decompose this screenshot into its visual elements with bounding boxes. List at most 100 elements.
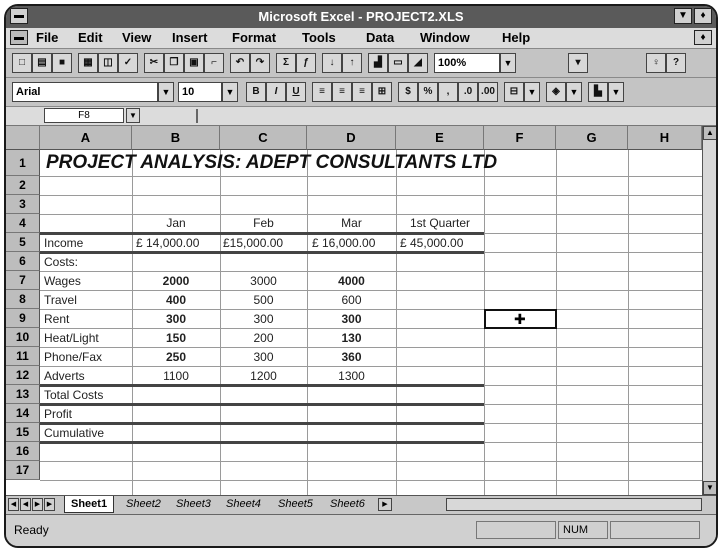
income-mar[interactable]: £ 16,000.00 [312,236,375,250]
format-painter-icon[interactable]: ⌐ [204,53,224,73]
prev-sheet-icon[interactable]: ◀ [20,498,31,511]
cost-value[interactable]: 400 [132,293,220,307]
cost-value[interactable]: 130 [307,331,396,345]
font-color-icon[interactable]: ▙ [588,82,608,102]
cost-value[interactable]: 500 [220,293,307,307]
row-header[interactable]: 6 [6,252,40,271]
cost-value[interactable]: 200 [220,331,307,345]
first-sheet-icon[interactable]: ◀ [8,498,19,511]
row-header[interactable]: 7 [6,271,40,290]
header-feb[interactable]: Feb [220,216,307,230]
doc-restore-icon[interactable]: ♦ [694,30,712,45]
align-center-icon[interactable]: ≡ [332,82,352,102]
new-file-icon[interactable]: □ [12,53,32,73]
costs-label[interactable]: Costs: [44,255,78,269]
open-folder-icon[interactable]: ▤ [32,53,52,73]
menu-file[interactable]: File [36,30,58,45]
row-header[interactable]: 1 [6,150,40,176]
increase-decimal-icon[interactable]: .0 [458,82,478,102]
header-mar[interactable]: Mar [307,216,396,230]
menu-insert[interactable]: Insert [172,30,207,45]
menu-view[interactable]: View [122,30,151,45]
size-dropdown-icon[interactable]: ▼ [222,82,238,102]
name-box[interactable]: F8 [44,108,124,123]
cost-value[interactable]: 300 [220,312,307,326]
cost-value[interactable]: 3000 [220,274,307,288]
tab-scroll-icon[interactable]: ▶ [378,498,392,511]
next-sheet-icon[interactable]: ▶ [32,498,43,511]
row-header[interactable]: 13 [6,385,40,404]
function-wizard-icon[interactable]: ƒ [296,53,316,73]
borders-dropdown-icon[interactable]: ▼ [524,82,540,102]
align-right-icon[interactable]: ≡ [352,82,372,102]
row-header[interactable]: 8 [6,290,40,309]
font-size-box[interactable]: 10 [178,82,222,102]
row-header[interactable]: 5 [6,233,40,252]
currency-icon[interactable]: $ [398,82,418,102]
spelling-icon[interactable]: ✓ [118,53,138,73]
cost-label[interactable]: Phone/Fax [44,350,102,364]
font-color-dropdown-icon[interactable]: ▼ [608,82,624,102]
cost-label[interactable]: Travel [44,293,77,307]
cost-value[interactable]: 300 [220,350,307,364]
font-dropdown-icon[interactable]: ▼ [158,82,174,102]
font-name-box[interactable]: Arial [12,82,158,102]
col-header-d[interactable]: D [307,126,396,150]
row-header[interactable]: 14 [6,404,40,423]
select-all-corner[interactable] [6,126,40,150]
restore-icon[interactable]: ♦ [694,8,712,24]
align-left-icon[interactable]: ≡ [312,82,332,102]
header-jan[interactable]: Jan [132,216,220,230]
sort-descending-icon[interactable]: ↑ [342,53,362,73]
cut-icon[interactable]: ✂ [144,53,164,73]
menu-help[interactable]: Help [502,30,530,45]
print-preview-icon[interactable]: ◫ [98,53,118,73]
income-label[interactable]: Income [44,236,83,250]
last-sheet-icon[interactable]: ▶ [44,498,55,511]
menu-edit[interactable]: Edit [78,30,103,45]
menu-format[interactable]: Format [232,30,276,45]
sheet-title[interactable]: PROJECT ANALYSIS: ADEPT CONSULTANTS LTD [46,152,497,174]
row-header[interactable]: 9 [6,309,40,328]
cumulative-label[interactable]: Cumulative [44,426,104,440]
col-header-h[interactable]: H [628,126,702,150]
worksheet-grid[interactable]: A B C D E F G H 1 2 3 4 5 6 7 8 9 10 11 … [6,126,702,495]
header-quarter[interactable]: 1st Quarter [396,216,484,230]
income-quarter[interactable]: £ 45,000.00 [400,236,463,250]
row-header[interactable]: 2 [6,176,40,195]
total-costs-label[interactable]: Total Costs [44,388,103,402]
tab-sheet5[interactable]: Sheet5 [278,496,313,512]
chart-wizard-icon[interactable]: ▟ [368,53,388,73]
undo-icon[interactable]: ↶ [230,53,250,73]
cost-value[interactable]: 250 [132,350,220,364]
cost-label[interactable]: Wages [44,274,81,288]
paste-icon[interactable]: ▣ [184,53,204,73]
cost-label[interactable]: Adverts [44,369,85,383]
drawing-icon[interactable]: ◢ [408,53,428,73]
bold-icon[interactable]: B [246,82,266,102]
menu-window[interactable]: Window [420,30,470,45]
decrease-decimal-icon[interactable]: .00 [478,82,498,102]
row-header[interactable]: 10 [6,328,40,347]
row-header[interactable]: 15 [6,423,40,442]
col-header-b[interactable]: B [132,126,220,150]
cost-value[interactable]: 300 [132,312,220,326]
borders-icon[interactable]: ⊟ [504,82,524,102]
cost-value[interactable]: 1300 [307,369,396,383]
cost-value[interactable]: 1200 [220,369,307,383]
col-header-g[interactable]: G [556,126,628,150]
underline-icon[interactable]: U [286,82,306,102]
income-jan[interactable]: £ 14,000.00 [136,236,199,250]
cost-label[interactable]: Rent [44,312,69,326]
menu-tools[interactable]: Tools [302,30,336,45]
fill-color-icon[interactable]: ◈ [546,82,566,102]
row-header[interactable]: 4 [6,214,40,233]
cost-value[interactable]: 150 [132,331,220,345]
cost-value[interactable]: 300 [307,312,396,326]
document-control-icon[interactable]: ▬ [10,30,28,45]
zoom-control[interactable]: 100% [434,53,500,73]
comma-icon[interactable]: , [438,82,458,102]
row-header[interactable]: 3 [6,195,40,214]
copy-icon[interactable]: ❐ [164,53,184,73]
col-header-c[interactable]: C [220,126,307,150]
